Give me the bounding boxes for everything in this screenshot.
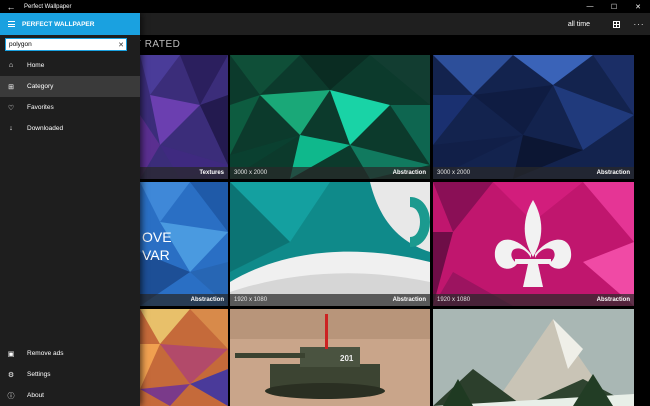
wallpaper-tile[interactable]: OVE VAR Abstraction: [140, 182, 228, 306]
nav-item-label: Settings: [27, 371, 51, 378]
wallpaper-tile[interactable]: 3000 x 2000 Abstraction: [230, 55, 430, 179]
tile-info-bar: 3000 x 2000 Abstraction: [433, 167, 634, 179]
grid-icon: [612, 20, 620, 28]
tile-info-bar: 1920 x 1080 Abstraction: [230, 294, 430, 306]
tile-resolution: 1920 x 1080: [234, 297, 268, 303]
info-icon: ⓘ: [7, 392, 15, 400]
tile-info-bar: 1920 x 1080 Abstraction: [433, 294, 634, 306]
tile-category: Abstraction: [190, 297, 224, 303]
wallpaper-image: [433, 55, 634, 179]
search-box: ✕: [5, 38, 127, 51]
time-filter-dropdown[interactable]: all time: [568, 21, 590, 28]
tile-category: Abstraction: [596, 297, 630, 303]
app-title: PERFECT WALLPAPER: [22, 20, 95, 28]
maximize-button[interactable]: ☐: [602, 0, 626, 13]
wallpaper-image: [140, 309, 228, 406]
wallpaper-tile[interactable]: [433, 309, 634, 406]
wallpaper-tile[interactable]: 201: [230, 309, 430, 406]
wallpaper-tile[interactable]: 1920 x 1080 Abstraction: [433, 182, 634, 306]
tank-number: 201: [340, 354, 354, 363]
back-icon[interactable]: ←: [0, 0, 22, 13]
nav-item-remove-ads[interactable]: ▣ Remove ads: [0, 343, 140, 364]
wallpaper-tile[interactable]: Textures: [140, 55, 228, 179]
search-input[interactable]: [6, 39, 116, 50]
wallpaper-image: [230, 55, 430, 179]
minimize-button[interactable]: —: [578, 0, 602, 13]
wallpaper-tile[interactable]: 1920 x 1080 Abstraction: [230, 182, 430, 306]
tile-category: Abstraction: [392, 297, 426, 303]
more-options-button[interactable]: ···: [628, 13, 650, 35]
close-button[interactable]: ✕: [626, 0, 650, 13]
tile-info-bar: Abstraction: [140, 294, 228, 306]
shopping-bag-icon: ▣: [7, 350, 15, 358]
nav-bottom-list: ▣ Remove ads ⚙ Settings ⓘ About: [0, 343, 140, 406]
title-bar: ← Perfect Wallpaper — ☐ ✕: [0, 0, 650, 13]
tile-category: Abstraction: [596, 170, 630, 176]
nav-item-label: Remove ads: [27, 350, 64, 357]
nav-item-about[interactable]: ⓘ About: [0, 385, 140, 406]
window-title: Perfect Wallpaper: [24, 3, 72, 10]
wallpaper-image: OVE VAR: [140, 182, 228, 306]
tile-resolution: 1920 x 1080: [437, 297, 471, 303]
tile-info-bar: Textures: [140, 167, 228, 179]
nav-item-label: Home: [27, 62, 45, 69]
tile-text-art-line: OVE: [142, 229, 172, 245]
clear-search-icon[interactable]: ✕: [116, 41, 126, 49]
nav-item-settings[interactable]: ⚙ Settings: [0, 364, 140, 385]
gear-icon: ⚙: [7, 371, 15, 379]
nav-item-category[interactable]: ⊞ Category: [0, 76, 140, 97]
nav-list: ⌂ Home ⊞ Category ♡ Favorites ↓ Download…: [0, 55, 140, 139]
nav-item-label: Favorites: [27, 104, 54, 111]
heart-icon: ♡: [7, 104, 15, 112]
tile-resolution: 3000 x 2000: [437, 170, 471, 176]
nav-item-home[interactable]: ⌂ Home: [0, 55, 140, 76]
wallpaper-image: [433, 182, 634, 306]
wallpaper-tile[interactable]: 3000 x 2000 Abstraction: [433, 55, 634, 179]
wallpaper-tile[interactable]: [140, 309, 228, 406]
tile-resolution: 3000 x 2000: [234, 170, 268, 176]
category-grid-icon: ⊞: [8, 83, 14, 91]
wallpaper-image: [433, 309, 634, 406]
wallpaper-image: 201: [230, 309, 430, 406]
nav-item-favorites[interactable]: ♡ Favorites: [0, 97, 140, 118]
page-heading: T RATED: [135, 39, 181, 50]
tile-category: Textures: [199, 170, 224, 176]
app-window: ← Perfect Wallpaper — ☐ ✕ all time ··· T…: [0, 0, 650, 406]
tile-text-art-line: VAR: [142, 247, 170, 263]
nav-item-label: Category: [27, 83, 54, 90]
download-icon: ↓: [9, 125, 13, 132]
pane-header: PERFECT WALLPAPER: [0, 13, 140, 35]
hamburger-menu-icon[interactable]: [0, 13, 22, 35]
nav-item-downloaded[interactable]: ↓ Downloaded: [0, 118, 140, 139]
nav-item-label: About: [27, 392, 44, 399]
nav-item-label: Downloaded: [27, 125, 64, 132]
navigation-pane: PERFECT WALLPAPER ✕ ⌂ Home ⊞ Category ♡ …: [0, 13, 140, 406]
wallpaper-image: [140, 55, 228, 179]
home-icon: ⌂: [8, 62, 14, 69]
wallpaper-image: [230, 182, 430, 306]
grid-layout-button[interactable]: [604, 13, 628, 35]
tile-category: Abstraction: [392, 170, 426, 176]
tile-info-bar: 3000 x 2000 Abstraction: [230, 167, 430, 179]
